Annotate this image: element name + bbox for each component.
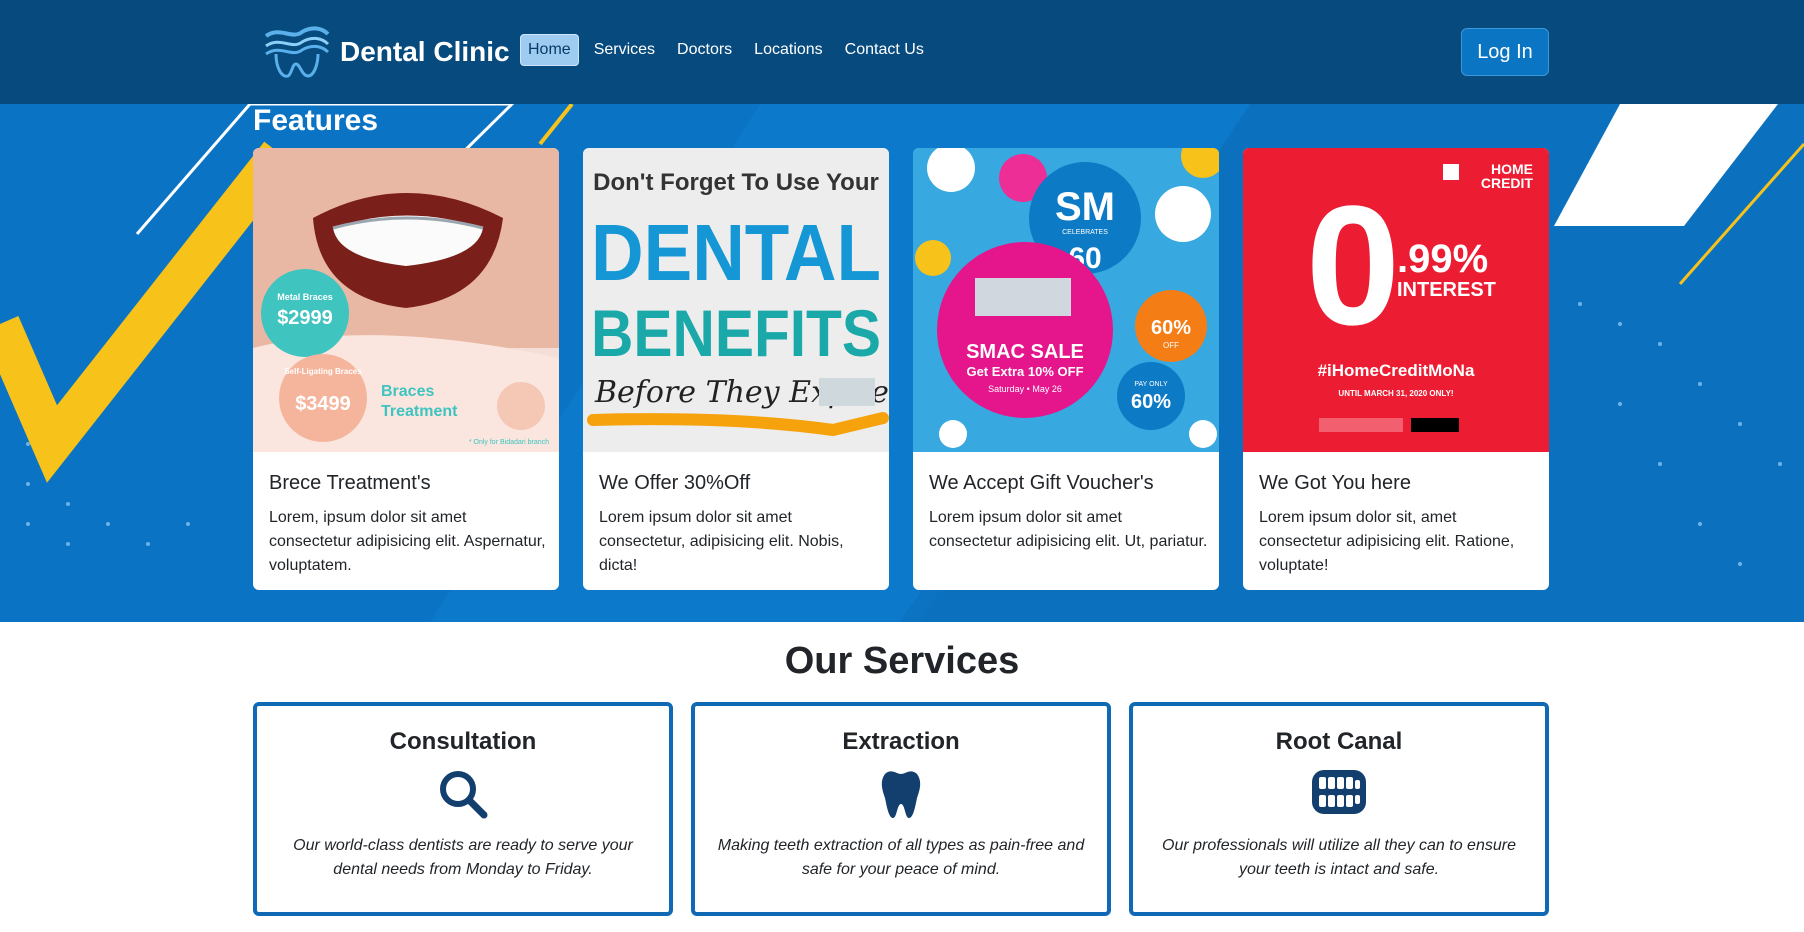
- card-title: We Got You here: [1259, 472, 1411, 494]
- features-section: Features Metal Braces $2999 Self-Ligatin…: [0, 104, 1804, 622]
- svg-text:Saturday • May 26: Saturday • May 26: [988, 384, 1062, 394]
- svg-text:SM: SM: [1055, 185, 1115, 229]
- svg-text:CELEBRATES: CELEBRATES: [1062, 229, 1108, 236]
- svg-text:$3499: $3499: [295, 393, 351, 415]
- brand-name: Dental Clinic: [340, 36, 510, 67]
- brand[interactable]: Dental Clinic: [262, 22, 510, 82]
- nav-locations[interactable]: Locations: [747, 35, 830, 65]
- tooth-icon: [881, 771, 921, 818]
- services-title: Our Services: [784, 640, 1020, 682]
- svg-text:Metal Braces: Metal Braces: [277, 292, 333, 302]
- svg-text:Braces: Braces: [381, 383, 434, 400]
- service-text: Our professionals will utilize all they …: [1162, 837, 1516, 878]
- svg-text:Self-Ligating Braces: Self-Ligating Braces: [284, 367, 362, 376]
- svg-text:Treatment: Treatment: [381, 403, 458, 420]
- svg-text:BENEFITS: BENEFITS: [591, 296, 881, 370]
- svg-text:.99%: .99%: [1397, 237, 1488, 281]
- nav-contact[interactable]: Contact Us: [838, 35, 931, 65]
- svg-text:CREDIT: CREDIT: [1481, 175, 1534, 191]
- svg-text:UNTIL MARCH 31, 2020 ONLY!: UNTIL MARCH 31, 2020 ONLY!: [1338, 389, 1453, 398]
- svg-text:#iHomeCreditMoNa: #iHomeCreditMoNa: [1318, 361, 1475, 380]
- service-card-root-canal[interactable]: Root Canal Our professionals will utiliz…: [1129, 702, 1549, 916]
- braces-promo-image: Metal Braces $2999 Self-Ligating Braces …: [253, 148, 559, 452]
- svg-text:0: 0: [1306, 171, 1401, 361]
- svg-text:OFF: OFF: [1163, 341, 1179, 350]
- card-text: Lorem ipsum dolor sit amet consectetur a…: [929, 509, 1208, 550]
- nav-home[interactable]: Home: [520, 34, 579, 66]
- dental-benefits-image: Don't Forget To Use Your DENTAL BENEFITS…: [583, 148, 889, 452]
- svg-text:* Only for Bidadari branch: * Only for Bidadari branch: [469, 439, 549, 446]
- tooth-logo-icon: [264, 26, 330, 78]
- feature-card-homecredit[interactable]: HOME CREDIT 0 .99% INTEREST #iHomeCredit…: [1243, 148, 1549, 590]
- service-text: Our world-class dentists are ready to se…: [293, 837, 633, 878]
- nav-services[interactable]: Services: [587, 35, 662, 65]
- svg-text:Get Extra 10% OFF: Get Extra 10% OFF: [966, 364, 1083, 379]
- service-card-extraction[interactable]: Extraction Making teeth extraction of al…: [691, 702, 1111, 916]
- service-title: Root Canal: [1275, 728, 1403, 755]
- login-button[interactable]: Log In: [1461, 28, 1549, 76]
- svg-text:60%: 60%: [1131, 391, 1171, 413]
- svg-text:60%: 60%: [1151, 317, 1191, 339]
- card-title: Brece Treatment's: [269, 472, 431, 494]
- search-icon: [440, 771, 488, 819]
- service-title: Consultation: [389, 728, 537, 755]
- features-title: Features: [253, 104, 379, 137]
- nav-links: Home Services Doctors Locations Contact …: [520, 34, 939, 66]
- feature-card-braces[interactable]: Metal Braces $2999 Self-Ligating Braces …: [253, 148, 559, 590]
- svg-text:$2999: $2999: [277, 307, 333, 329]
- svg-text:PAY ONLY: PAY ONLY: [1134, 381, 1168, 388]
- teeth-icon: [1312, 770, 1366, 814]
- home-credit-image: HOME CREDIT 0 .99% INTEREST #iHomeCredit…: [1243, 148, 1549, 452]
- service-text: Making teeth extraction of all types as …: [717, 837, 1085, 878]
- service-title: Extraction: [842, 728, 960, 755]
- card-title: We Offer 30%Off: [599, 472, 751, 494]
- navbar: Dental Clinic Home Services Doctors Loca…: [0, 0, 1804, 104]
- svg-text:INTEREST: INTEREST: [1397, 279, 1496, 301]
- svg-text:DENTAL: DENTAL: [591, 208, 881, 297]
- card-text: Lorem ipsum dolor sit amet consectetur, …: [599, 509, 844, 574]
- service-card-consultation[interactable]: Consultation Our world-class dentists ar…: [253, 702, 673, 916]
- svg-text:Don't Forget To Use Your: Don't Forget To Use Your: [593, 169, 879, 196]
- card-text: Lorem ipsum dolor sit, amet consectetur …: [1259, 509, 1515, 574]
- svg-text:SMAC SALE: SMAC SALE: [966, 341, 1084, 363]
- feature-card-voucher[interactable]: SM CELEBRATES 60 SMAC SALE Get Extra 10%…: [913, 148, 1219, 590]
- card-title: We Accept Gift Voucher's: [929, 472, 1154, 494]
- smac-sale-image: SM CELEBRATES 60 SMAC SALE Get Extra 10%…: [913, 148, 1219, 452]
- card-text: Lorem, ipsum dolor sit amet consectetur …: [269, 509, 546, 574]
- feature-card-benefits[interactable]: Don't Forget To Use Your DENTAL BENEFITS…: [583, 148, 889, 590]
- nav-doctors[interactable]: Doctors: [670, 35, 739, 65]
